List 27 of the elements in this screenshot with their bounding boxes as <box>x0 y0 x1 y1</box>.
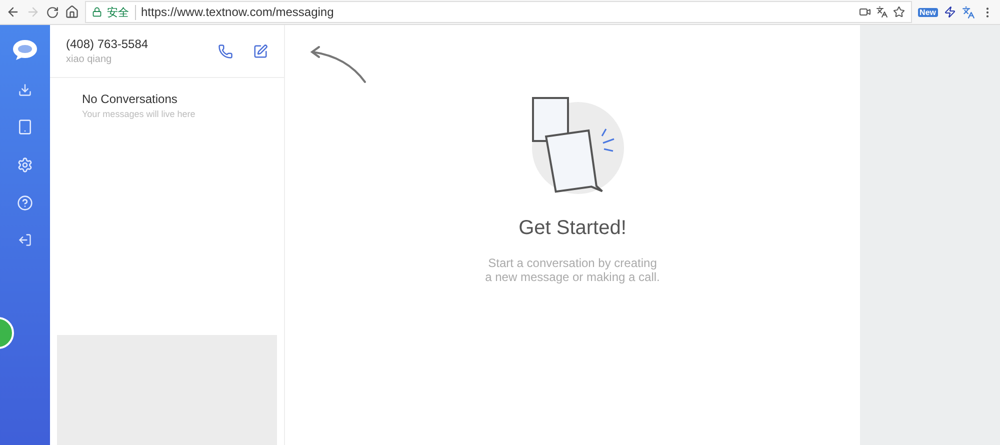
empty-title: No Conversations <box>82 92 178 106</box>
translate-icon[interactable] <box>962 6 975 18</box>
extension-badge[interactable]: New <box>918 8 938 16</box>
download-icon[interactable] <box>18 83 32 97</box>
url-text: https://www.textnow.com/messaging <box>141 5 334 19</box>
secure-label: 安全 <box>107 4 136 20</box>
compose-button[interactable] <box>253 44 268 58</box>
home-icon[interactable] <box>65 5 79 19</box>
logo-icon[interactable] <box>12 39 38 61</box>
dialpad-button[interactable] <box>218 44 233 58</box>
lightning-icon[interactable] <box>944 6 956 18</box>
star-icon[interactable] <box>892 6 905 18</box>
lock-icon <box>92 7 102 17</box>
get-started-title: Get Started! <box>518 217 626 240</box>
logout-icon[interactable] <box>18 233 32 247</box>
get-started-message: Start a conversation by creating a new message or making a call. <box>485 256 660 285</box>
account-name: xiao qiang <box>66 54 113 65</box>
phone-number: (408) 763-5584 <box>66 37 150 51</box>
tablet-icon[interactable] <box>17 119 33 135</box>
empty-subtitle: Your messages will live here <box>82 109 196 119</box>
back-icon[interactable] <box>6 5 20 19</box>
settings-icon[interactable] <box>17 157 33 173</box>
camera-icon[interactable] <box>858 6 871 18</box>
address-bar[interactable]: 安全 https://www.textnow.com/messaging <box>85 1 912 23</box>
translate-icon[interactable] <box>876 6 888 18</box>
help-icon[interactable] <box>17 195 33 211</box>
reload-icon[interactable] <box>46 6 59 18</box>
